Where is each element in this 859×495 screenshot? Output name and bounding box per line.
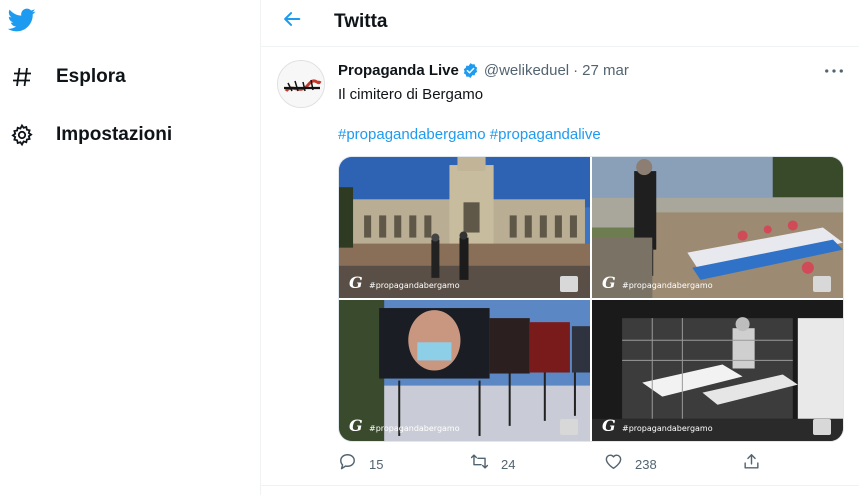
media-caption: #propagandabergamo bbox=[622, 281, 713, 290]
author-handle[interactable]: @welikeduel bbox=[484, 62, 569, 79]
media-photo[interactable]: G #propagandabergamo bbox=[592, 157, 843, 298]
like-count: 238 bbox=[635, 456, 657, 472]
media-caption: #propagandabergamo bbox=[622, 424, 713, 433]
tweet-hashtags: #propagandabergamo #propagandalive bbox=[338, 126, 601, 143]
hashtag-link[interactable]: #propagandabergamo bbox=[338, 126, 486, 143]
separator: · bbox=[573, 62, 579, 79]
tweet[interactable]: Propaganda Live @welikeduel · 27 mar Il … bbox=[261, 48, 859, 486]
channel-logo-icon: G bbox=[602, 416, 616, 435]
channel-logo-icon: G bbox=[349, 416, 363, 435]
tweet-date[interactable]: 27 mar bbox=[582, 62, 629, 79]
twitter-bird-icon[interactable] bbox=[6, 6, 38, 34]
tweet-actions: 15 24 238 bbox=[338, 452, 844, 476]
page-header: Twitta bbox=[261, 0, 859, 47]
sidebar-item-explore[interactable]: Esplora bbox=[10, 61, 126, 93]
media-caption: #propagandabergamo bbox=[369, 424, 460, 433]
arrow-left-icon bbox=[281, 8, 303, 35]
tweet-text: Il cimitero di Bergamo bbox=[338, 86, 484, 103]
main-column: Twitta Propaganda Live @welikeduel · 27 … bbox=[260, 0, 859, 495]
share-icon bbox=[742, 452, 761, 476]
tweet-header: Propaganda Live @welikeduel · 27 mar bbox=[338, 62, 629, 79]
page-title: Twitta bbox=[334, 11, 388, 32]
reply-count: 15 bbox=[369, 456, 384, 472]
channel-logo-icon: G bbox=[602, 273, 616, 292]
sidebar: Esplora Impostazioni bbox=[0, 0, 260, 495]
channel-logo-icon: G bbox=[349, 273, 363, 292]
media-grid: G #propagandabergamo G #propagandabergam… bbox=[338, 156, 844, 442]
like-button[interactable]: 238 bbox=[604, 452, 657, 476]
la7-logo-icon bbox=[813, 276, 831, 292]
la7-logo-icon bbox=[560, 276, 578, 292]
media-photo[interactable]: G #propagandabergamo bbox=[592, 300, 843, 441]
reply-icon bbox=[338, 452, 357, 476]
retweet-count: 24 bbox=[501, 456, 516, 472]
sidebar-item-label: Esplora bbox=[56, 66, 126, 87]
media-caption: #propagandabergamo bbox=[369, 281, 460, 290]
sidebar-item-settings[interactable]: Impostazioni bbox=[10, 119, 172, 151]
hashtag-link[interactable]: #propagandalive bbox=[490, 126, 601, 143]
hashtag-icon bbox=[10, 65, 34, 89]
retweet-icon bbox=[470, 452, 489, 476]
more-options-button[interactable] bbox=[823, 60, 845, 80]
share-button[interactable] bbox=[742, 452, 761, 476]
author-name[interactable]: Propaganda Live bbox=[338, 62, 459, 79]
media-photo[interactable]: G #propagandabergamo bbox=[339, 300, 590, 441]
la7-logo-icon bbox=[813, 419, 831, 435]
more-dots-icon bbox=[824, 61, 844, 79]
verified-badge-icon bbox=[462, 62, 479, 79]
back-button[interactable] bbox=[279, 8, 305, 34]
la7-logo-icon bbox=[560, 419, 578, 435]
heart-icon bbox=[604, 452, 623, 476]
reply-button[interactable]: 15 bbox=[338, 452, 383, 476]
retweet-button[interactable]: 24 bbox=[470, 452, 515, 476]
gear-icon bbox=[10, 123, 34, 147]
sidebar-item-label: Impostazioni bbox=[56, 124, 173, 145]
avatar[interactable] bbox=[277, 60, 325, 108]
media-photo[interactable]: G #propagandabergamo bbox=[339, 157, 590, 298]
